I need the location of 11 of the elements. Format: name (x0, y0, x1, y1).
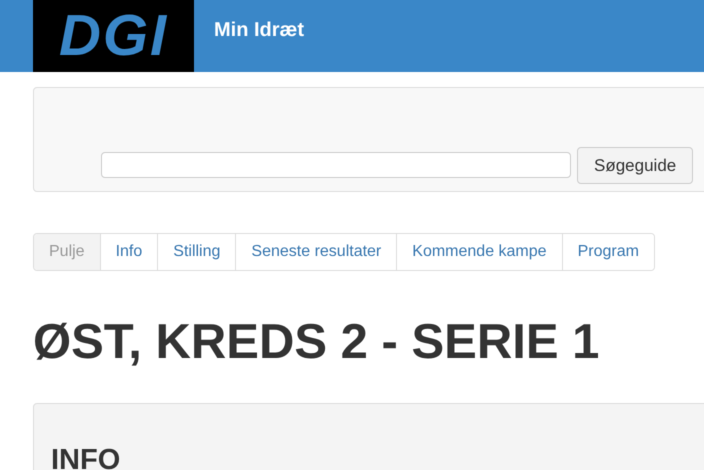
panel-title: INFO (51, 446, 120, 470)
search-field[interactable] (101, 152, 571, 178)
site-title[interactable]: Min Idræt (214, 15, 304, 45)
tab[interactable]: Seneste resultater (235, 234, 396, 270)
tab[interactable]: Info (100, 234, 158, 270)
page-heading: ØST, KREDS 2 - SERIE 1 (33, 318, 600, 367)
tab[interactable]: Stilling (157, 234, 236, 270)
tab[interactable]: Pulje (34, 234, 100, 270)
tab[interactable]: Program (562, 234, 654, 270)
logo[interactable]: DGI (33, 0, 194, 72)
search-guide-button[interactable]: Søgeguide (577, 147, 694, 184)
